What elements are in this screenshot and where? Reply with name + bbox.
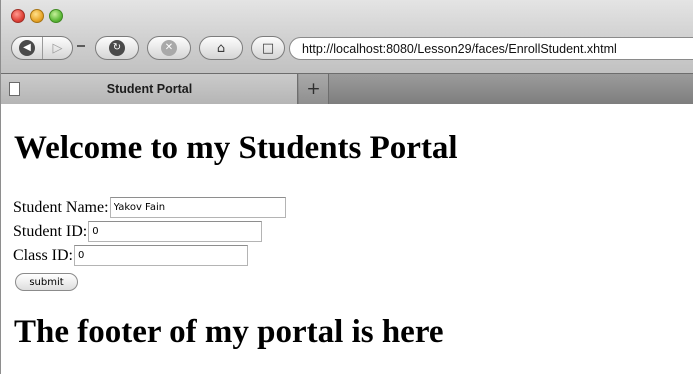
stop-icon: ✕: [161, 40, 177, 56]
home-icon: ⌂: [216, 40, 226, 56]
student-name-field[interactable]: [109, 197, 286, 218]
zoom-window-icon[interactable]: [49, 9, 63, 23]
student-id-row: Student ID:: [13, 221, 263, 242]
address-bar[interactable]: http://localhost:8080/Lesson29/faces/Enr…: [289, 37, 693, 60]
history-dropdown-icon[interactable]: [77, 45, 85, 47]
student-id-label: Student ID:: [13, 222, 88, 240]
submit-button[interactable]: submit: [15, 273, 78, 291]
page-content: Welcome to my Students Portal Student Na…: [0, 104, 693, 374]
bookmark-button[interactable]: □: [251, 36, 285, 60]
reload-icon: ↻: [109, 40, 125, 56]
forward-arrow-icon: ▷: [52, 40, 63, 56]
tab-student-portal[interactable]: Student Portal: [1, 74, 298, 104]
new-tab-button[interactable]: +: [299, 74, 329, 104]
back-button[interactable]: ◀: [12, 37, 42, 59]
minimize-window-icon[interactable]: [30, 9, 44, 23]
back-arrow-icon: ◀: [18, 40, 35, 56]
class-id-label: Class ID:: [13, 246, 73, 264]
student-id-field[interactable]: [88, 221, 263, 242]
back-forward-buttons: ◀ ▷: [11, 36, 73, 60]
class-id-row: Class ID:: [13, 245, 248, 266]
tab-title: Student Portal: [106, 82, 193, 96]
tab-bar: Student Portal +: [1, 73, 693, 104]
close-window-icon[interactable]: [11, 9, 25, 23]
footer-title: The footer of my portal is here: [14, 314, 444, 350]
reload-button[interactable]: ↻: [95, 36, 139, 60]
student-name-label: Student Name:: [13, 198, 109, 216]
home-button[interactable]: ⌂: [199, 36, 243, 60]
page-title: Welcome to my Students Portal: [14, 130, 458, 166]
browser-window-chrome: ◀ ▷ ↻ ✕ ⌂ □ http://localhost:8080/Lesson…: [0, 0, 693, 104]
stop-button[interactable]: ✕: [147, 36, 191, 60]
bookmark-page-icon: □: [261, 40, 275, 56]
class-id-field[interactable]: [74, 245, 248, 266]
forward-button[interactable]: ▷: [41, 37, 72, 59]
student-name-row: Student Name:: [13, 197, 286, 218]
